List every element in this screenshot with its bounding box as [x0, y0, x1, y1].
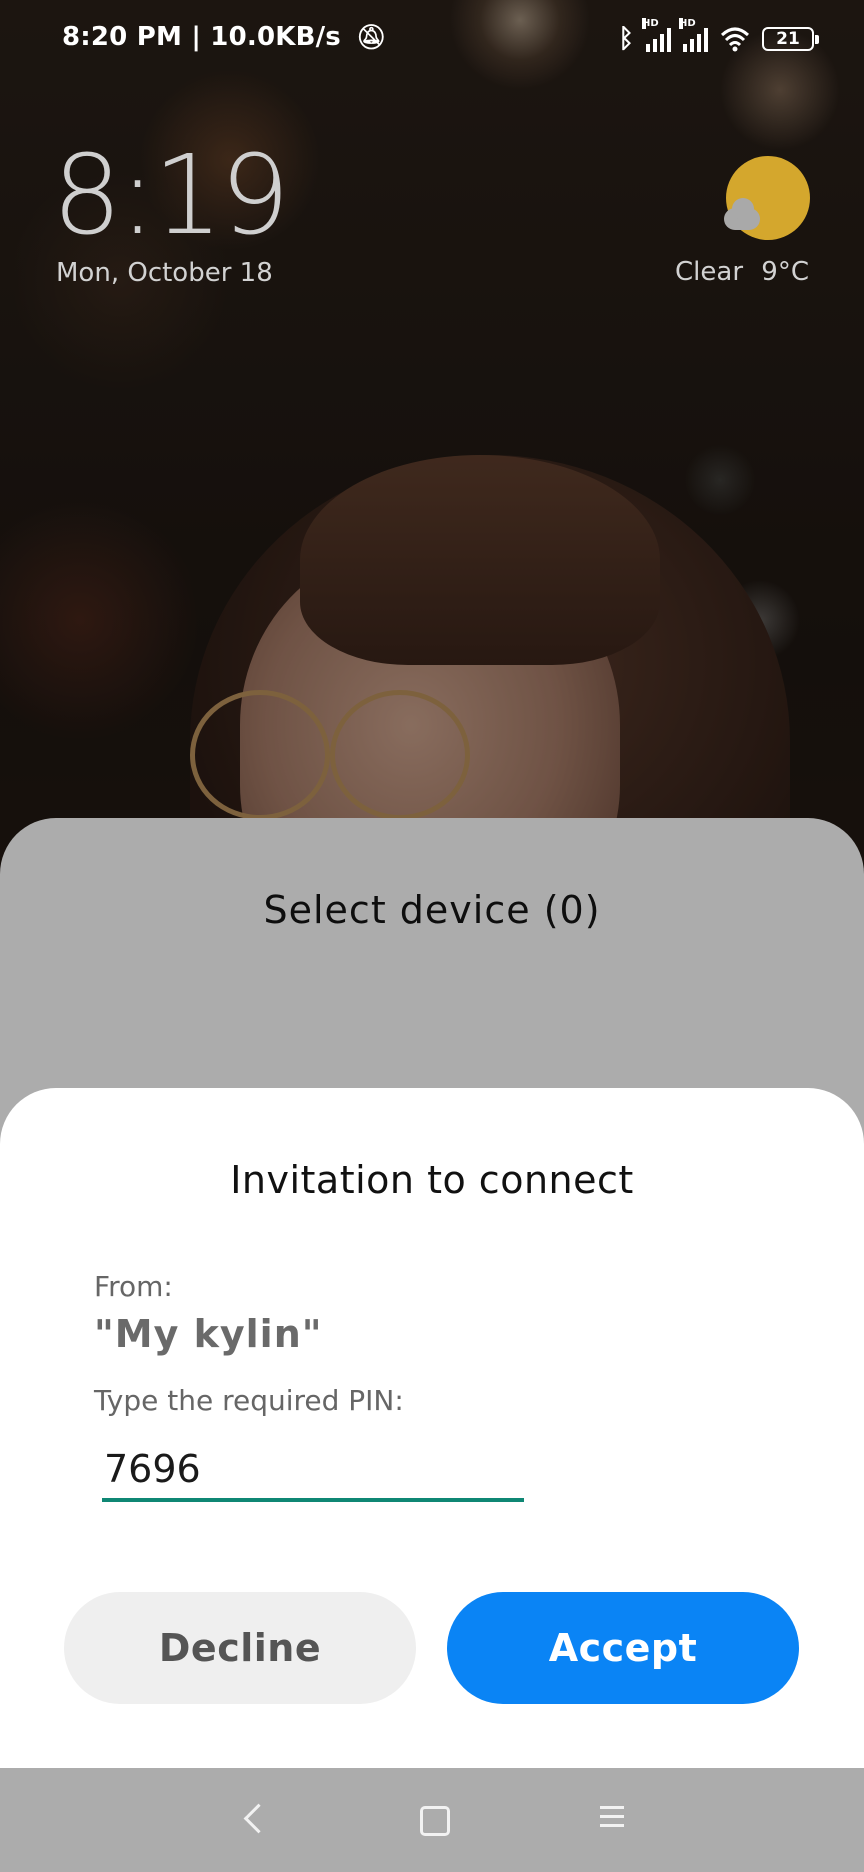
- pin-input[interactable]: [102, 1440, 524, 1502]
- decline-button[interactable]: Decline: [64, 1592, 416, 1704]
- bell-off-icon: 🔕︎: [356, 23, 387, 51]
- battery-level: 21: [776, 29, 800, 49]
- signal-icon-2: HD: [679, 18, 708, 52]
- weather-temperature: 9°C: [761, 257, 809, 287]
- weather-condition: Clear: [675, 257, 744, 287]
- network-speed: 10.0KB/s: [210, 22, 341, 52]
- battery-icon: 21: [762, 27, 819, 51]
- signal-hd-badge-2: HD: [679, 18, 696, 29]
- lock-date: Mon, October 18: [56, 258, 273, 288]
- select-device-title: Select device (0): [263, 888, 601, 932]
- weather-sun-cloud-icon: [722, 156, 810, 244]
- dialog-title: Invitation to connect: [230, 1158, 634, 1202]
- from-device-name: "My kylin": [94, 1312, 323, 1356]
- status-time: 8:20 PM: [62, 22, 183, 52]
- lock-clock: 8:19: [52, 131, 290, 259]
- accept-button[interactable]: Accept: [447, 1592, 799, 1704]
- weather-info: Clear 9°C: [675, 257, 809, 287]
- home-icon[interactable]: [420, 1806, 450, 1836]
- wifi-icon: [720, 27, 750, 52]
- signal-hd-badge-1: HD: [642, 18, 659, 29]
- signal-icon-1: HD: [642, 18, 671, 52]
- status-bar: 8:20 PM | 10.0KB/s 🔕︎ ᛒ HD HD 21: [0, 18, 864, 62]
- from-label: From:: [94, 1270, 173, 1303]
- status-left: 8:20 PM | 10.0KB/s 🔕︎: [62, 22, 387, 52]
- menu-icon[interactable]: [600, 1806, 624, 1828]
- bluetooth-icon: ᛒ: [618, 24, 634, 54]
- status-separator: |: [191, 22, 202, 52]
- pin-label: Type the required PIN:: [94, 1384, 404, 1417]
- status-right: ᛒ HD HD 21: [618, 18, 819, 54]
